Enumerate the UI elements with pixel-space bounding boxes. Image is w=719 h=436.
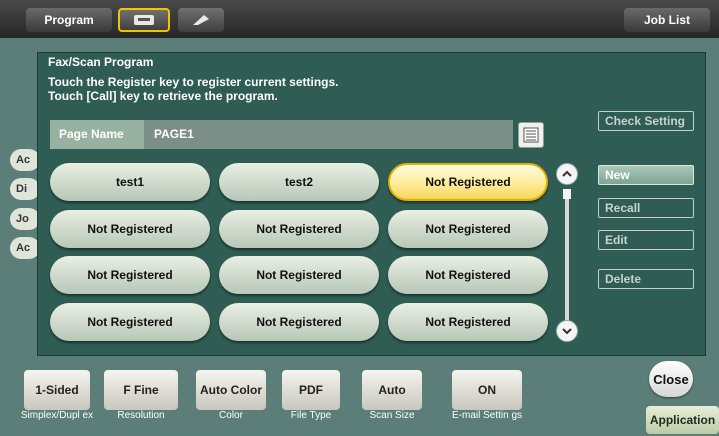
caption-simplex-duplex: Simplex/Dupl ex	[20, 410, 94, 421]
page-name-field[interactable]: Page Name PAGE1	[50, 120, 513, 149]
scan-mode-button[interactable]	[178, 8, 224, 32]
program-slot-3[interactable]: Not Registered	[388, 163, 548, 201]
program-slot-9[interactable]: Not Registered	[388, 256, 548, 294]
program-tab[interactable]: Program	[26, 8, 112, 32]
caption-scan-size: Scan Size	[369, 410, 415, 421]
setting-simplex-duplex[interactable]: 1-Sided	[24, 370, 90, 410]
setting-color[interactable]: Auto Color	[196, 370, 266, 410]
keyboard-icon	[523, 127, 539, 143]
dialog-message: Touch the Register key to register curre…	[48, 75, 339, 103]
caption-color: Color	[219, 410, 243, 421]
close-button[interactable]: Close	[649, 361, 693, 397]
program-slot-11[interactable]: Not Registered	[219, 303, 379, 341]
setting-resolution[interactable]: F Fine	[104, 370, 178, 410]
keyboard-button[interactable]	[518, 122, 544, 148]
setting-scan-size[interactable]: Auto	[362, 370, 422, 410]
check-setting-button[interactable]: Check Setting	[598, 111, 694, 131]
caption-resolution: Resolution	[117, 410, 165, 421]
program-slot-2[interactable]: test2	[219, 163, 379, 201]
scan-icon	[193, 15, 209, 25]
program-slot-12[interactable]: Not Registered	[388, 303, 548, 341]
program-slot-5[interactable]: Not Registered	[219, 210, 379, 248]
message-line-2: Touch [Call] key to retrieve the program…	[48, 89, 278, 103]
delete-button[interactable]: Delete	[598, 269, 694, 289]
message-line-1: Touch the Register key to register curre…	[48, 75, 339, 89]
background-tab-4[interactable]: Ac	[10, 237, 40, 259]
program-slot-7[interactable]: Not Registered	[50, 256, 210, 294]
edit-button[interactable]: Edit	[598, 230, 694, 250]
setting-email[interactable]: ON	[452, 370, 522, 410]
dialog-title: Fax/Scan Program	[48, 55, 154, 69]
background-tab-3[interactable]: Jo	[10, 208, 40, 230]
fax-mode-button[interactable]	[118, 8, 170, 32]
fax-scan-program-dialog: Fax/Scan Program Touch the Register key …	[37, 52, 706, 356]
setting-file-type[interactable]: PDF	[282, 370, 340, 410]
application-button[interactable]: Application	[646, 406, 719, 434]
scroll-down-button[interactable]	[556, 320, 578, 342]
page-name-label: Page Name	[50, 120, 144, 149]
recall-button[interactable]: Recall	[598, 198, 694, 218]
fax-icon	[134, 15, 154, 25]
job-list-button[interactable]: Job List	[624, 8, 710, 32]
caption-email: E-mail Settin gs	[451, 410, 523, 421]
program-slot-6[interactable]: Not Registered	[388, 210, 548, 248]
chevron-down-icon	[562, 328, 572, 335]
new-button[interactable]: New	[598, 165, 694, 185]
program-slot-10[interactable]: Not Registered	[50, 303, 210, 341]
program-slot-8[interactable]: Not Registered	[219, 256, 379, 294]
top-bar: Program Job List	[0, 0, 719, 38]
scroll-thumb[interactable]	[563, 189, 571, 199]
program-slot-1[interactable]: test1	[50, 163, 210, 201]
scroll-up-button[interactable]	[556, 163, 578, 185]
caption-file-type: File Type	[290, 410, 332, 421]
background-tab-1[interactable]: Ac	[10, 149, 40, 171]
background-tab-2[interactable]: Di	[10, 178, 40, 200]
page-name-value: PAGE1	[154, 127, 194, 141]
scroll-track[interactable]	[565, 195, 569, 325]
program-slot-4[interactable]: Not Registered	[50, 210, 210, 248]
chevron-up-icon	[562, 170, 572, 177]
